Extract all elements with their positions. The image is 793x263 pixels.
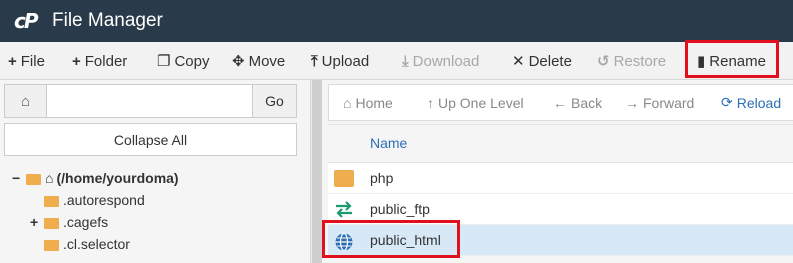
tree-item[interactable]: .autorespond — [44, 190, 145, 210]
tree-root-label: (/home/yourdoma) — [56, 170, 179, 186]
home-icon: ⌂ — [343, 94, 352, 111]
upload-icon: ⤒ — [311, 52, 318, 70]
folder-icon — [334, 170, 354, 187]
plus-icon: + — [72, 52, 81, 70]
new-file-button[interactable]: + File — [8, 42, 45, 80]
reload-button[interactable]: ⟳ Reload — [721, 85, 781, 120]
file-label: File — [20, 52, 45, 70]
upload-button[interactable]: ⤒ Upload — [311, 42, 369, 80]
collapse-toggle-icon[interactable]: − — [12, 170, 26, 186]
delete-button[interactable]: ✕ Delete — [512, 42, 572, 80]
new-folder-button[interactable]: + Folder — [72, 42, 127, 80]
folder-icon — [44, 195, 59, 207]
home-nav-button[interactable]: ⌂ Home — [343, 85, 393, 120]
navigation-bar: ⌂ Home ↑ Up One Level ← Back → Forward ⟳… — [328, 84, 793, 121]
home-icon: ⌂ — [20, 92, 31, 110]
plus-icon: + — [8, 52, 17, 70]
download-button[interactable]: ⤓ Download — [402, 42, 479, 80]
folder-icon — [44, 217, 59, 229]
name-column-header[interactable]: Name — [370, 135, 407, 151]
move-label: Move — [248, 52, 286, 70]
table-header: Name — [328, 124, 793, 163]
folder-icon — [44, 239, 59, 251]
file-name: public_ftp — [370, 201, 430, 217]
copy-button[interactable]: ❐ Copy — [157, 42, 209, 80]
undo-icon: ↺ — [597, 53, 610, 70]
restore-label: Restore — [613, 52, 667, 70]
download-icon: ⤓ — [402, 52, 409, 70]
reload-label: Reload — [736, 94, 782, 111]
up-label: Up One Level — [438, 94, 524, 111]
forward-label: Forward — [643, 94, 695, 111]
tree-item-label: .cl.selector — [63, 236, 130, 252]
move-arrows-icon: ✥ — [232, 53, 245, 70]
go-button[interactable]: Go — [252, 85, 296, 117]
close-icon: ✕ — [512, 53, 525, 70]
back-label: Back — [571, 94, 603, 111]
table-row[interactable]: php — [328, 163, 793, 194]
tree-item-label: .autorespond — [63, 192, 145, 208]
path-search-row: ⌂ Go — [4, 84, 297, 118]
folder-tree-panel: ⌂ Go Collapse All − ⌂ (/home/yourdoma) .… — [0, 80, 310, 263]
arrow-left-icon: ← — [553, 94, 567, 111]
tree-root[interactable]: − ⌂ (/home/yourdoma) — [12, 168, 179, 188]
arrow-up-icon: ↑ — [427, 94, 434, 111]
app-title: File Manager — [52, 10, 163, 31]
restore-button[interactable]: ↺ Restore — [597, 42, 666, 80]
transfer-arrows-icon — [334, 201, 354, 218]
move-button[interactable]: ✥ Move — [232, 42, 285, 80]
copy-icon: ❐ — [157, 53, 171, 70]
folder-open-icon — [26, 173, 41, 185]
copy-label: Copy — [174, 52, 210, 70]
refresh-icon: ⟳ — [721, 94, 733, 110]
file-name: php — [370, 170, 394, 186]
tree-item[interactable]: .cl.selector — [44, 234, 130, 254]
rename-highlight-box — [685, 40, 779, 78]
back-button[interactable]: ← Back — [553, 85, 602, 120]
tree-item[interactable]: + .cagefs — [30, 212, 108, 232]
home-icon: ⌂ — [45, 170, 54, 186]
panel-scrollbar[interactable] — [310, 80, 322, 263]
public-html-highlight-box — [322, 220, 460, 258]
app-header: cP File Manager — [0, 0, 793, 42]
toolbar: + File + Folder ❐ Copy ✥ Move ⤒ Upload ⤓… — [0, 42, 793, 80]
path-input[interactable] — [47, 85, 252, 117]
forward-button[interactable]: → Forward — [625, 85, 694, 120]
expand-toggle-icon[interactable]: + — [30, 214, 44, 230]
up-one-level-button[interactable]: ↑ Up One Level — [427, 85, 524, 120]
arrow-right-icon: → — [625, 94, 639, 111]
home-button[interactable]: ⌂ — [5, 85, 47, 117]
home-label: Home — [355, 94, 393, 111]
upload-label: Upload — [321, 52, 370, 70]
cpanel-logo: cP — [14, 9, 39, 33]
download-label: Download — [412, 52, 480, 70]
delete-label: Delete — [528, 52, 572, 70]
tree-item-label: .cagefs — [63, 214, 109, 230]
scrollbar-thumb[interactable] — [312, 80, 322, 263]
folder-label: Folder — [84, 52, 128, 70]
collapse-all-button[interactable]: Collapse All — [4, 123, 297, 156]
